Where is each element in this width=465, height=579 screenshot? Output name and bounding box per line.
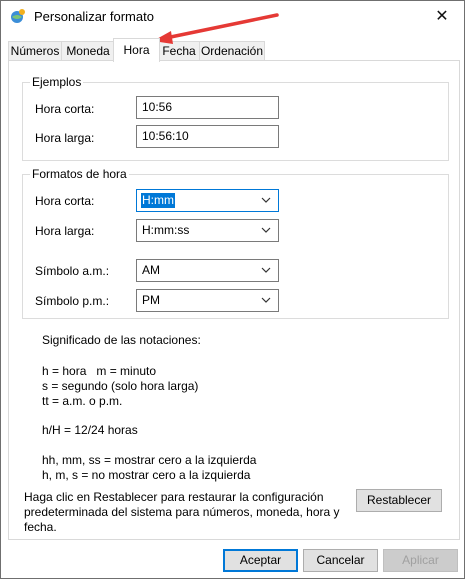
hora-larga-example-field: 10:56:10 (136, 125, 279, 148)
label-hora-larga: Hora larga: (35, 224, 95, 238)
reset-text-line: Haga clic en Restablecer para restaurar … (24, 490, 324, 504)
label-simbolo-pm: Símbolo p.m.: (35, 294, 110, 308)
simbolo-pm-value: PM (142, 293, 160, 307)
reset-text-line: fecha. (24, 520, 57, 534)
notation-line: s = segundo (solo hora larga) (42, 379, 199, 393)
reset-button[interactable]: Restablecer (356, 489, 442, 512)
label-hora-larga-ejemplo: Hora larga: (35, 131, 95, 145)
tab-panel-hora: Ejemplos Hora corta: 10:56 Hora larga: 1… (8, 60, 460, 540)
tab-numeros[interactable]: Números (8, 41, 62, 61)
group-ejemplos: Ejemplos Hora corta: 10:56 Hora larga: 1… (22, 75, 449, 161)
hora-larga-combo[interactable]: H:mm:ss (136, 219, 279, 242)
hora-larga-value: H:mm:ss (142, 223, 190, 237)
notations-title: Significado de las notaciones: (42, 333, 201, 347)
chevron-down-icon (261, 267, 271, 273)
simbolo-pm-combo[interactable]: PM (136, 289, 279, 312)
group-formatos-hora: Formatos de hora Hora corta: H:mm Hora l… (22, 167, 449, 319)
dialog-window: Personalizar formato ✕ Números Moneda Ho… (0, 0, 465, 579)
close-icon: ✕ (435, 8, 449, 25)
chevron-down-icon (261, 197, 271, 203)
notation-line: h, m, s = no mostrar cero a la izquierda (42, 468, 251, 482)
annotation-arrow (153, 13, 279, 44)
tab-hora[interactable]: Hora (113, 38, 160, 62)
chevron-down-icon (261, 227, 271, 233)
tab-moneda[interactable]: Moneda (61, 41, 115, 61)
notation-line: hh, mm, ss = mostrar cero a la izquierda (42, 453, 257, 467)
apply-button[interactable]: Aplicar (383, 549, 458, 572)
chevron-down-icon (261, 297, 271, 303)
region-globe-icon (10, 8, 26, 24)
simbolo-am-combo[interactable]: AM (136, 259, 279, 282)
hora-corta-value: H:mm (141, 193, 175, 208)
accept-button[interactable]: Aceptar (223, 549, 298, 572)
label-hora-corta-ejemplo: Hora corta: (35, 102, 95, 116)
simbolo-am-value: AM (142, 263, 160, 277)
group-title-formatos: Formatos de hora (30, 167, 129, 181)
notation-line: h/H = 12/24 horas (42, 423, 138, 437)
window-title: Personalizar formato (34, 9, 154, 24)
reset-text-line: predeterminada del sistema para números,… (24, 505, 340, 519)
hora-corta-example-field: 10:56 (136, 96, 279, 119)
notation-line: tt = a.m. o p.m. (42, 394, 123, 408)
label-hora-corta: Hora corta: (35, 194, 95, 208)
label-simbolo-am: Símbolo a.m.: (35, 264, 110, 278)
notation-line: h = hora m = minuto (42, 364, 157, 378)
cancel-button[interactable]: Cancelar (303, 549, 378, 572)
close-button[interactable]: ✕ (420, 1, 464, 31)
hora-corta-combo[interactable]: H:mm (136, 189, 279, 212)
group-title-ejemplos: Ejemplos (30, 75, 84, 89)
